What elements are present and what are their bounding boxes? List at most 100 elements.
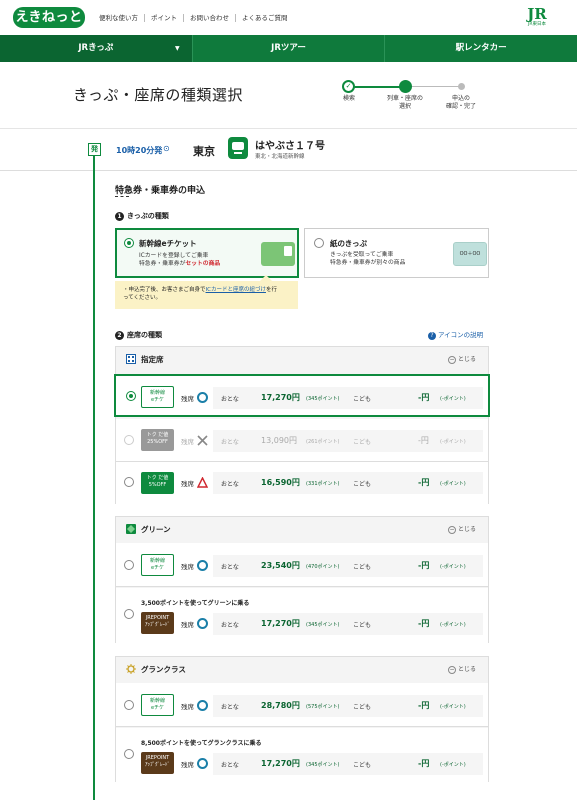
notice-line1: ・申込完了後、お客さまご自身でICカードと座席の紐づけを行 [123, 287, 277, 293]
collapse-button[interactable]: − とじる [447, 524, 476, 534]
toku-25-badge: トク だ値 25%OFF [141, 429, 174, 451]
adult-points: (345ポイント) [306, 622, 340, 628]
price-box: おとな 23,540円 (470ポイント) こども -円 (-ポイント) [213, 555, 483, 577]
adult-label: おとな [221, 704, 239, 711]
step-line-done [348, 86, 405, 88]
radio-paper[interactable] [314, 238, 324, 248]
link-points[interactable]: ポイント [145, 14, 184, 22]
child-points: (-ポイント) [440, 704, 466, 710]
eticket-desc-line1: ICカードを登録してご乗車 [139, 253, 209, 259]
price-box: おとな 17,270円 (345ポイント) こども -円 (-ポイント) [213, 613, 483, 635]
child-price: -円 [418, 619, 430, 628]
zan-label: 残席 [181, 480, 194, 488]
child-points: (-ポイント) [440, 481, 466, 487]
adult-price: 28,780円 [261, 701, 300, 710]
train-icon [228, 137, 248, 159]
green-car-icon [126, 524, 136, 534]
sold-out-cross-icon [197, 435, 208, 446]
adult-price: 16,590円 [261, 478, 300, 487]
top-links: 便利な使い方 ポイント お問い合わせ よくあるご質問 [93, 14, 294, 22]
few-left-triangle-icon [197, 477, 208, 488]
train-name: はやぶさ１７号 [255, 141, 325, 152]
available-circle-icon [197, 758, 208, 769]
seat-option-row[interactable]: トク だ値 5%OFF 残席 おとな 16,590円 (331ポイント) こども … [116, 462, 488, 504]
seat-option-row: トク だ値 25%OFF 残席 おとな 13,090円 (261ポイント) こども… [116, 419, 488, 462]
price-box: おとな 16,590円 (331ポイント) こども -円 (-ポイント) [213, 472, 483, 494]
seat-option-row[interactable]: 新幹線 eチケ 残席 おとな 28,780円 (575ポイント) こども -円 (… [116, 683, 488, 727]
eticket-title: 新幹線eチケット [139, 239, 197, 248]
paper-title: 紙のきっぷ [330, 239, 367, 248]
adult-label: おとな [221, 439, 239, 446]
adult-label: おとな [221, 762, 239, 769]
seat-radio[interactable] [124, 700, 134, 710]
group-title: グランクラス [141, 665, 186, 674]
adult-points: (261ポイント) [306, 439, 340, 445]
child-price: -円 [418, 436, 429, 445]
ic-card-link[interactable]: ICカードと座席の紐づけ [206, 287, 266, 293]
zan-label: 残席 [181, 395, 194, 403]
eticket-plan-badge: 新幹線 eチケ [141, 386, 174, 408]
seat-type-heading: 2 座席の種類 [115, 330, 162, 340]
check-icon: ✓ [342, 80, 355, 93]
adult-points: (345ポイント) [306, 762, 340, 768]
minus-icon: − [447, 356, 456, 364]
eki-net-logo[interactable]: えきねっと [13, 7, 85, 28]
seat-radio-disabled [124, 435, 134, 445]
group-header: 指定席 − とじる [116, 347, 488, 371]
zan-label: 残席 [181, 438, 194, 446]
link-contact[interactable]: お問い合わせ [184, 14, 236, 22]
toku-5-badge: トク だ値 5%OFF [141, 472, 174, 494]
seat-radio[interactable] [126, 391, 136, 401]
child-price: -円 [418, 561, 430, 570]
chevron-down-icon: ▼ [175, 45, 180, 52]
nav-rent-a-car[interactable]: 駅レンタカー [385, 35, 577, 62]
paper-desc-line1: きっぷを受取ってご乗車 [330, 252, 394, 258]
child-points: (-ポイント) [440, 439, 466, 445]
ticket-type-label: きっぷの種類 [127, 212, 169, 220]
price-box: おとな 17,270円 (345ポイント) こども -円 (-ポイント) [213, 387, 483, 409]
link-how-to-use[interactable]: 便利な使い方 [93, 14, 145, 22]
collapse-button[interactable]: − とじる [447, 354, 476, 364]
eticket-plan-badge: 新幹線 eチケ [141, 554, 174, 576]
section-underline [115, 196, 129, 198]
step-number-2: 2 [115, 331, 124, 340]
price-box: おとな 28,780円 (575ポイント) こども -円 (-ポイント) [213, 695, 483, 717]
nav-label: JRきっぷ [78, 43, 114, 53]
adult-points: (331ポイント) [306, 481, 340, 487]
ticket-type-paper[interactable]: 紙のきっぷ きっぷを受取ってご乗車 特急券・乗車券が別々の商品 OO＋OO [304, 228, 489, 278]
child-label: こども [353, 439, 372, 446]
eticket-desc-line2: 特急券・乗車券がセットの商品 [139, 261, 221, 267]
seat-group-green: グリーン − とじる 新幹線 eチケ 残席 おとな 23,540円 (470ポイント… [115, 516, 489, 643]
nav-jr-tickets[interactable]: JRきっぷ ▼ [0, 35, 193, 62]
seat-option-row-upgrade[interactable]: 3,500ポイントを使ってグリーンに乗る JREPOINT ｱｯﾌﾟｸﾞﾚｰﾄﾞ … [116, 588, 488, 643]
jr-east-logo[interactable]: JR JR東日本 [522, 7, 552, 29]
seat-radio[interactable] [124, 477, 134, 487]
seat-option-row[interactable]: 新幹線 eチケ 残席 おとな 23,540円 (470ポイント) こども -円 (… [116, 543, 488, 587]
child-label: こども [353, 762, 372, 769]
seat-radio[interactable] [124, 609, 134, 619]
radio-eticket[interactable] [124, 238, 134, 248]
seat-radio[interactable] [124, 560, 134, 570]
collapse-button[interactable]: − とじる [447, 664, 476, 674]
group-title: グリーン [141, 525, 171, 534]
clock-icon[interactable]: ⊙ [163, 144, 170, 153]
link-faq[interactable]: よくあるご質問 [236, 14, 294, 22]
zan-label: 残席 [181, 563, 194, 571]
seat-radio[interactable] [124, 749, 134, 759]
paper-ticket-image: OO＋OO [453, 242, 487, 266]
icon-help-link[interactable]: ? アイコンの説明 [428, 329, 483, 340]
step-label-confirm: 申込の 確認・完了 [445, 95, 476, 110]
ticket-type-heading: 1 きっぷの種類 [115, 211, 169, 221]
child-points: (-ポイント) [440, 564, 466, 570]
child-price: -円 [418, 478, 430, 487]
group-header: グランクラス − とじる [116, 657, 488, 681]
seat-option-row-upgrade[interactable]: 8,500ポイントを使ってグランクラスに乗る JREPOINT ｱｯﾌﾟｸﾞﾚｰﾄ… [116, 728, 488, 782]
seat-option-row[interactable]: 新幹線 eチケ 残席 おとな 17,270円 (345ポイント) こども -円 (… [114, 374, 490, 417]
page-title: きっぷ・座席の種類選択 [73, 86, 243, 104]
adult-points: (575ポイント) [306, 704, 340, 710]
step-current-dot [399, 80, 412, 93]
nav-jr-tour[interactable]: JRツアー [193, 35, 386, 62]
price-box: おとな 17,270円 (345ポイント) こども -円 (-ポイント) [213, 753, 483, 775]
ticket-type-eticket[interactable]: 新幹線eチケット ICカードを登録してご乗車 特急券・乗車券がセットの商品 [115, 228, 299, 278]
child-points: (-ポイント) [440, 622, 466, 628]
